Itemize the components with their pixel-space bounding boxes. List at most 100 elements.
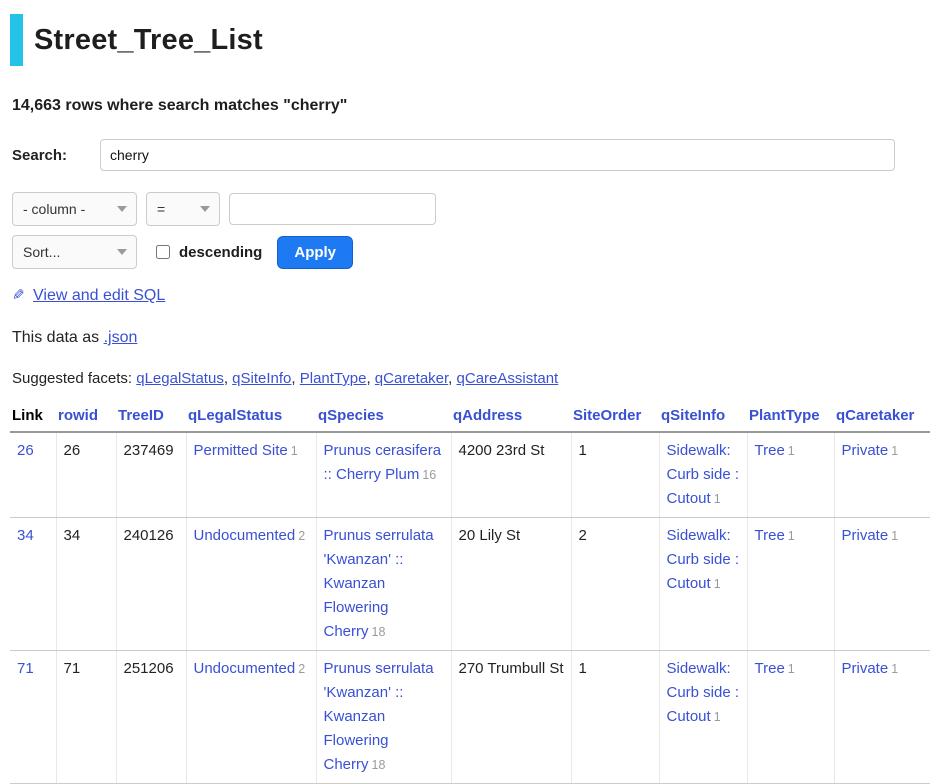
- cell-qLegalStatus: Permitted Site1: [186, 432, 316, 518]
- facet-value-link[interactable]: Private: [842, 442, 889, 459]
- page-title: Street_Tree_List: [34, 24, 263, 57]
- column-header-PlantType: PlantType: [747, 403, 834, 432]
- cell-SiteOrder: 1: [571, 432, 659, 518]
- filter-form: - column - =: [12, 192, 930, 226]
- search-input[interactable]: [100, 139, 895, 171]
- results-table: Linkrowid TreeID qLegalStatus qSpecies qAddr…: [10, 403, 930, 784]
- facet-count: 1: [714, 492, 721, 506]
- cell-qSiteInfo: Sidewalk: Curb side : Cutout1: [659, 518, 747, 651]
- column-header-qSiteInfo: qSiteInfo: [659, 403, 747, 432]
- facet-link-qCaretaker[interactable]: qCaretaker: [375, 370, 448, 387]
- descending-checkbox[interactable]: [156, 245, 170, 259]
- filter-operator-select[interactable]: =: [146, 192, 220, 226]
- cell-qCaretaker: Private1: [834, 518, 930, 651]
- view-edit-sql-link[interactable]: View and edit SQL: [33, 287, 165, 304]
- table-header-row: Linkrowid TreeID qLegalStatus qSpecies qAddr…: [10, 403, 930, 432]
- cell-rowid: 26: [56, 432, 116, 518]
- sort-by-qSpecies-link[interactable]: qSpecies: [318, 407, 384, 424]
- facet-count: 1: [788, 662, 795, 676]
- data-export-row: This data as .json: [12, 329, 930, 347]
- json-link[interactable]: .json: [104, 329, 138, 346]
- cell-Link: 26: [10, 432, 56, 518]
- descending-label: descending: [179, 244, 262, 261]
- facet-links: qLegalStatus, qSiteInfo, PlantType, qCar…: [136, 370, 558, 387]
- cell-qSpecies: Prunus serrulata 'Kwanzan' :: Kwanzan Fl…: [316, 518, 451, 651]
- sort-form: Sort... descending Apply: [12, 235, 930, 269]
- facet-value-link[interactable]: Sidewalk: Curb side : Cutout: [667, 527, 740, 592]
- sort-by-rowid-link[interactable]: rowid: [58, 407, 98, 424]
- sort-by-PlantType-link[interactable]: PlantType: [749, 407, 820, 424]
- facet-value-link[interactable]: Tree: [755, 442, 785, 459]
- column-header-qAddress: qAddress: [451, 403, 571, 432]
- facet-link-qLegalStatus[interactable]: qLegalStatus: [136, 370, 224, 387]
- facet-count: 1: [714, 577, 721, 591]
- filter-column-select[interactable]: - column -: [12, 192, 137, 226]
- column-header-rowid: rowid: [56, 403, 116, 432]
- search-form: Search:: [12, 139, 930, 171]
- cell-PlantType: Tree1: [747, 518, 834, 651]
- facet-count: 1: [891, 444, 898, 458]
- cell-qAddress: 20 Lily St: [451, 518, 571, 651]
- facet-value-link[interactable]: Prunus serrulata 'Kwanzan' :: Kwanzan Fl…: [324, 527, 434, 640]
- facet-value-link[interactable]: Sidewalk: Curb side : Cutout: [667, 442, 740, 507]
- cell-qSpecies: Prunus cerasifera :: Cherry Plum16: [316, 432, 451, 518]
- data-as-text: This data as: [12, 329, 104, 346]
- facet-count: 16: [422, 468, 436, 482]
- facet-value-link[interactable]: Permitted Site: [194, 442, 288, 459]
- row-count-summary: 14,663 rows where search matches "cherry…: [12, 97, 930, 115]
- cell-SiteOrder: 2: [571, 518, 659, 651]
- sort-by-qAddress-link[interactable]: qAddress: [453, 407, 522, 424]
- facet-value-link[interactable]: Undocumented: [194, 660, 296, 677]
- accent-bar: [10, 14, 23, 66]
- facet-value-link[interactable]: Private: [842, 527, 889, 544]
- cell-Link: 34: [10, 518, 56, 651]
- facet-count: 1: [788, 444, 795, 458]
- facet-link-qSiteInfo[interactable]: qSiteInfo: [232, 370, 291, 387]
- column-header-qLegalStatus: qLegalStatus: [186, 403, 316, 432]
- facet-count: 2: [298, 529, 305, 543]
- facet-count: 2: [298, 662, 305, 676]
- facet-value-link[interactable]: Private: [842, 660, 889, 677]
- sql-link-row: ✎ View and edit SQL: [12, 286, 930, 305]
- facet-value-link[interactable]: Prunus serrulata 'Kwanzan' :: Kwanzan Fl…: [324, 660, 434, 773]
- facet-link-PlantType[interactable]: PlantType: [300, 370, 367, 387]
- sort-by-qSiteInfo-link[interactable]: qSiteInfo: [661, 407, 725, 424]
- facet-link-qCareAssistant[interactable]: qCareAssistant: [457, 370, 559, 387]
- sort-by-qCaretaker-link[interactable]: qCaretaker: [836, 407, 914, 424]
- cell-rowid: 34: [56, 518, 116, 651]
- row-link[interactable]: 34: [17, 527, 34, 544]
- facet-count: 1: [788, 529, 795, 543]
- sort-by-SiteOrder-link[interactable]: SiteOrder: [573, 407, 641, 424]
- sort-select[interactable]: Sort...: [12, 235, 137, 269]
- cell-TreeID: 240126: [116, 518, 186, 651]
- pencil-icon: ✎: [12, 286, 25, 304]
- page-header: Street_Tree_List: [10, 14, 930, 66]
- row-link[interactable]: 71: [17, 660, 34, 677]
- sort-by-TreeID-link[interactable]: TreeID: [118, 407, 164, 424]
- table-row: 2626237469Permitted Site1Prunus cerasife…: [10, 432, 930, 518]
- facet-value-link[interactable]: Tree: [755, 660, 785, 677]
- cell-qSiteInfo: Sidewalk: Curb side : Cutout1: [659, 432, 747, 518]
- facet-count: 1: [891, 662, 898, 676]
- facet-count: 18: [372, 758, 386, 772]
- search-label: Search:: [12, 147, 100, 164]
- column-header-SiteOrder: SiteOrder: [571, 403, 659, 432]
- facet-count: 18: [372, 625, 386, 639]
- facet-count: 1: [291, 444, 298, 458]
- column-header-qSpecies: qSpecies: [316, 403, 451, 432]
- cell-PlantType: Tree1: [747, 432, 834, 518]
- row-link[interactable]: 26: [17, 442, 34, 459]
- filter-value-input[interactable]: [229, 193, 436, 225]
- cell-qCaretaker: Private1: [834, 432, 930, 518]
- facet-count: 1: [714, 710, 721, 724]
- column-header-Link: Link: [10, 403, 56, 432]
- facet-value-link[interactable]: Sidewalk: Curb side : Cutout: [667, 660, 740, 725]
- facet-count: 1: [891, 529, 898, 543]
- column-header-qCaretaker: qCaretaker: [834, 403, 930, 432]
- facet-value-link[interactable]: Tree: [755, 527, 785, 544]
- apply-button[interactable]: Apply: [277, 236, 353, 269]
- facets-prefix: Suggested facets:: [12, 370, 136, 387]
- facet-value-link[interactable]: Undocumented: [194, 527, 296, 544]
- sort-by-qLegalStatus-link[interactable]: qLegalStatus: [188, 407, 282, 424]
- suggested-facets-row: Suggested facets: qLegalStatus, qSiteInf…: [12, 370, 930, 387]
